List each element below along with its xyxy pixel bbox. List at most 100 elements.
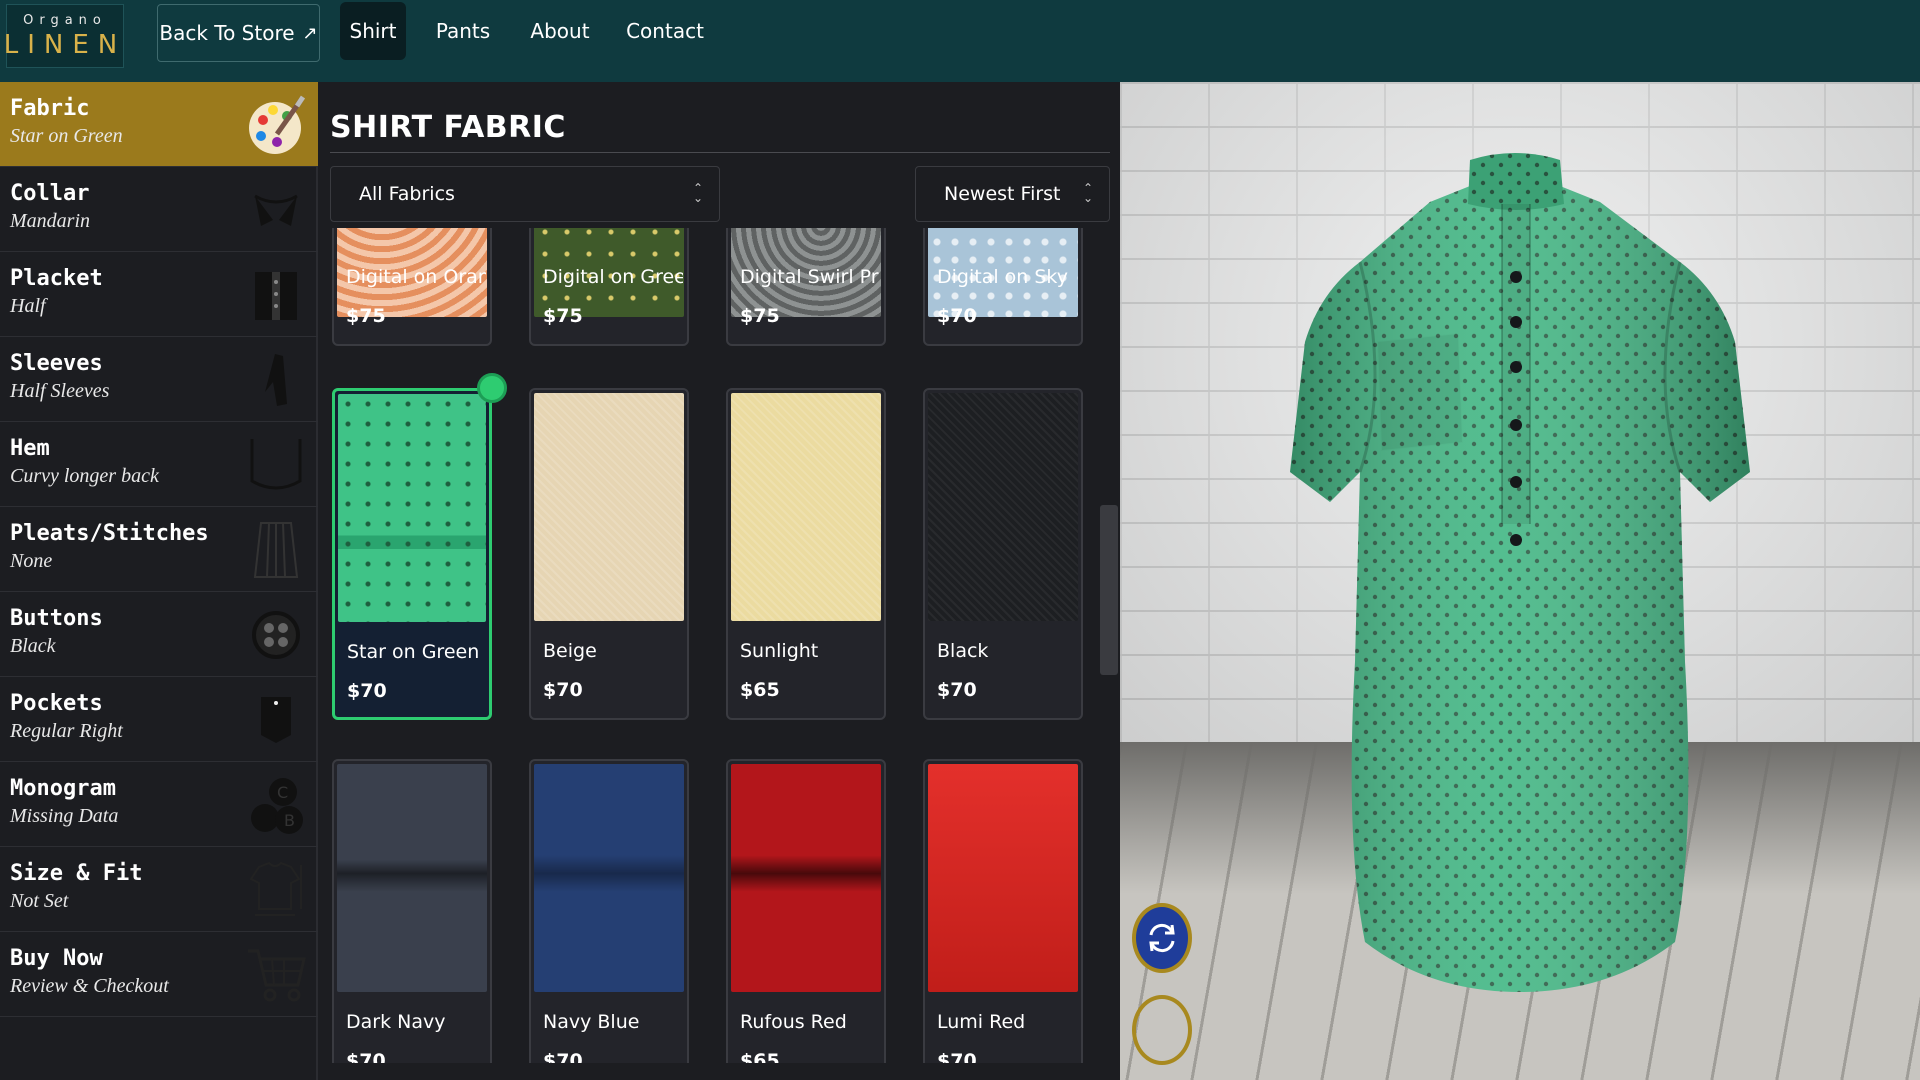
sidebar-item-title: Buy Now [10, 946, 103, 971]
selected-indicator [477, 373, 507, 403]
sidebar-item-size-fit[interactable]: Size & Fit Not Set [0, 847, 318, 932]
sidebar-item-pockets[interactable]: Pockets Regular Right [0, 677, 318, 762]
fabric-price: $70 [347, 680, 387, 702]
fabric-card[interactable]: Rufous Red $65 [726, 759, 886, 1063]
fabric-swatch [731, 393, 881, 621]
nav-shirt[interactable]: Shirt [340, 2, 406, 60]
fabric-swatch [534, 764, 684, 992]
fabric-price: $65 [740, 679, 780, 701]
nav-pants[interactable]: Pants [432, 0, 494, 62]
nav-contact[interactable]: Contact [624, 0, 706, 62]
fabric-price: $75 [740, 305, 780, 327]
fabric-name: Beige [543, 640, 597, 662]
monogram-icon: CB [246, 772, 306, 837]
sidebar-item-subtitle: Regular Right [10, 720, 123, 742]
back-to-store-button[interactable]: Back To Store ↗ [157, 4, 320, 62]
grid-scrollbar-thumb[interactable] [1100, 505, 1118, 675]
shirt-preview[interactable] [1120, 82, 1920, 1080]
palette-icon [246, 92, 306, 157]
title-divider [330, 152, 1110, 153]
brand-top: Organo [23, 12, 107, 28]
fabric-card[interactable]: Navy Blue $70 [529, 759, 689, 1063]
fabric-card[interactable]: Dark Navy $70 [332, 759, 492, 1063]
updown-caret-icon: ⌃ ⌄ [1082, 181, 1093, 205]
sidebar-item-monogram[interactable]: Monogram Missing Data CB [0, 762, 318, 847]
view-toggle-button[interactable] [1132, 995, 1192, 1065]
sort-value: Newest First [944, 183, 1061, 205]
fabric-price: $70 [543, 1050, 583, 1063]
sidebar-item-buy-now[interactable]: Buy Now Review & Checkout [0, 932, 318, 1017]
sort-select[interactable]: Newest First ⌃ ⌄ [915, 166, 1110, 222]
fabric-card-selected[interactable]: Star on Green $70 [332, 388, 492, 720]
nav-about[interactable]: About [526, 0, 594, 62]
fabric-swatch [731, 764, 881, 992]
brand-logo[interactable]: Organo LINEN [3, 4, 127, 68]
fabric-card[interactable]: Digital on Green $75 [529, 228, 689, 346]
updown-caret-icon: ⌃ ⌄ [692, 181, 703, 205]
sidebar-item-title: Collar [10, 181, 90, 206]
fabric-price: $70 [937, 1050, 977, 1063]
sidebar-item-title: Pockets [10, 691, 103, 716]
fabric-name: Digital on Oran... [346, 266, 486, 288]
fabric-card[interactable]: Digital on Oran... $75 [332, 228, 492, 346]
back-to-store-label: Back To Store [159, 21, 295, 45]
cart-icon [246, 942, 306, 1007]
sidebar-item-buttons[interactable]: Buttons Black [0, 592, 318, 677]
sidebar-item-subtitle: Review & Checkout [10, 975, 169, 997]
sidebar-item-subtitle: Not Set [10, 890, 69, 912]
options-sidebar: Fabric Star on Green Collar Mandarin Pla… [0, 82, 318, 1080]
arrow-up-right-icon: ↗ [302, 22, 318, 44]
fabric-name: Star on Green [347, 641, 480, 663]
collar-icon [246, 177, 306, 242]
fabric-name: Dark Navy [346, 1011, 446, 1033]
fabric-card[interactable]: Digital on Sky $70 [923, 228, 1083, 346]
sidebar-item-subtitle: Curvy longer back [10, 465, 159, 487]
fabric-card[interactable]: Beige $70 [529, 388, 689, 720]
sidebar-item-fabric[interactable]: Fabric Star on Green [0, 82, 318, 167]
fabric-swatch [534, 393, 684, 621]
svg-text:C: C [277, 783, 288, 802]
fabric-filter-value: All Fabrics [359, 183, 455, 205]
fabric-price: $70 [937, 679, 977, 701]
fabric-name: Navy Blue [543, 1011, 640, 1033]
brand-bottom: LINEN [3, 29, 127, 60]
fabric-filter-select[interactable]: All Fabrics ⌃ ⌄ [330, 166, 720, 222]
size-fit-icon [246, 857, 306, 922]
sidebar-item-hem[interactable]: Hem Curvy longer back [0, 422, 318, 507]
fabric-card[interactable]: Sunlight $65 [726, 388, 886, 720]
fabric-card[interactable]: Black $70 [923, 388, 1083, 720]
sidebar-item-collar[interactable]: Collar Mandarin [0, 167, 318, 252]
fabric-swatch [928, 393, 1078, 621]
fabric-name: Lumi Red [937, 1011, 1026, 1033]
sidebar-item-subtitle: Half Sleeves [10, 380, 110, 402]
fabric-price: $70 [543, 679, 583, 701]
sidebar-item-subtitle: Half [10, 295, 46, 317]
fabric-price: $70 [346, 1050, 386, 1063]
fabric-price: $70 [937, 305, 977, 327]
sidebar-item-subtitle: Missing Data [10, 805, 119, 827]
shirt-3d-model [1290, 153, 1750, 992]
fabric-grid: Digital on Oran... $75 Digital on Green … [320, 228, 1100, 1063]
button-icon [246, 602, 306, 667]
fabric-name: Rufous Red [740, 1011, 847, 1033]
sidebar-item-subtitle: Black [10, 635, 56, 657]
rotate-icon [1149, 923, 1175, 953]
fabric-price: $75 [543, 305, 583, 327]
rotate-view-button[interactable] [1132, 903, 1192, 973]
sidebar-item-title: Hem [10, 436, 50, 461]
top-bar: Organo LINEN Back To Store ↗ Shirt Pants… [0, 0, 1920, 82]
pocket-icon [246, 687, 306, 752]
fabric-price: $65 [740, 1050, 780, 1063]
fabric-card[interactable]: Digital Swirl Pri... $75 [726, 228, 886, 346]
fabric-card[interactable]: Lumi Red $70 [923, 759, 1083, 1063]
sidebar-item-subtitle: Mandarin [10, 210, 90, 232]
sidebar-item-title: Fabric [10, 96, 90, 121]
hem-icon [246, 432, 306, 497]
sidebar-item-sleeves[interactable]: Sleeves Half Sleeves [0, 337, 318, 422]
sidebar-item-subtitle: None [10, 550, 53, 572]
pleats-icon [246, 517, 306, 582]
panel-title: SHIRT FABRIC [330, 110, 566, 145]
sidebar-item-title: Pleats/Stitches [10, 521, 209, 546]
sidebar-item-pleats[interactable]: Pleats/Stitches None [0, 507, 318, 592]
sidebar-item-placket[interactable]: Placket Half [0, 252, 318, 337]
